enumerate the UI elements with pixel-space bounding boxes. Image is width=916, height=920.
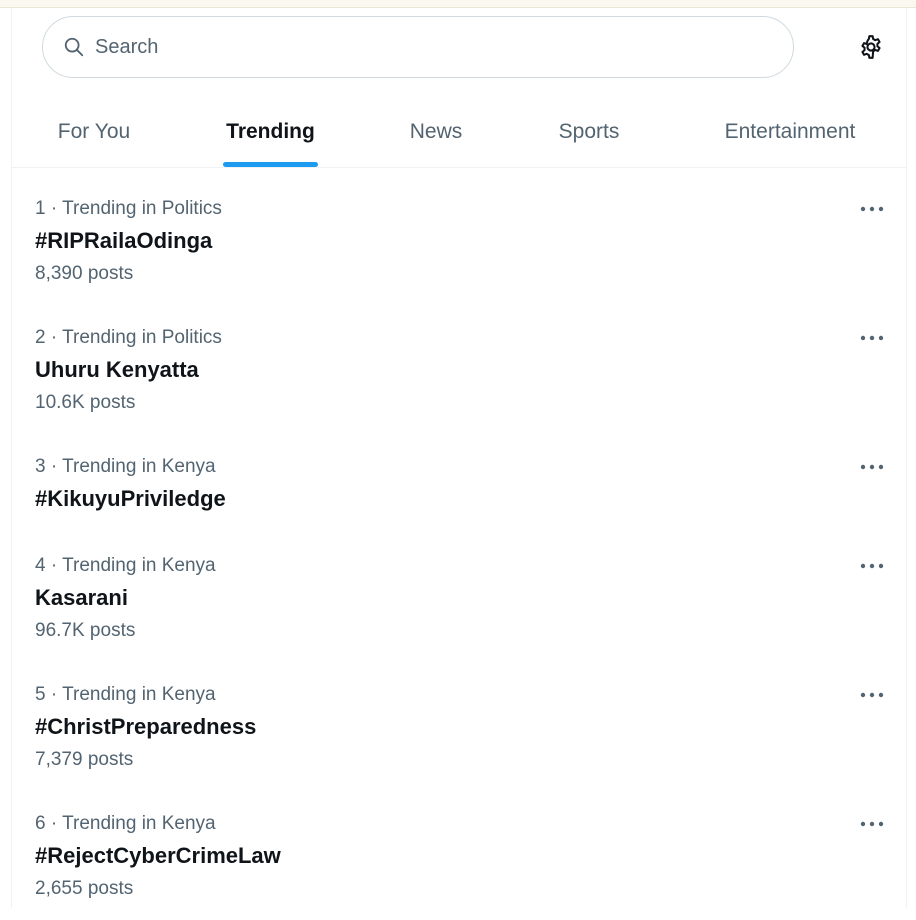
settings-button[interactable] <box>856 34 886 64</box>
trend-item[interactable]: 1 · Trending in Politics #RIPRailaOdinga… <box>12 176 906 305</box>
tab-label: Entertainment <box>724 119 856 143</box>
trend-item[interactable]: 3 · Trending in Kenya #KikuyuPriviledge <box>12 434 906 533</box>
more-options-button[interactable] <box>858 327 886 347</box>
more-dots-icon <box>860 685 884 703</box>
trend-name: #KikuyuPriviledge <box>35 486 226 511</box>
search-icon <box>63 36 85 58</box>
more-dots-icon <box>860 814 884 832</box>
trend-meta: 5 · Trending in Kenya <box>35 684 216 705</box>
more-options-button[interactable] <box>858 555 886 575</box>
trend-rank: 5 <box>35 684 46 705</box>
trend-category: Trending in Politics <box>62 327 222 348</box>
tab-sports[interactable]: Sports <box>526 96 652 167</box>
trend-category: Trending in Kenya <box>62 813 216 834</box>
tab-label: Trending <box>226 119 315 143</box>
trend-category: Trending in Politics <box>62 198 222 219</box>
trend-post-count: 8,390 posts <box>35 263 134 284</box>
trend-name: #RejectCyberCrimeLaw <box>35 843 281 868</box>
trend-post-count: 10.6K posts <box>35 392 136 413</box>
tab-label: Sports <box>558 119 620 143</box>
trend-meta: 3 · Trending in Kenya <box>35 456 216 477</box>
explore-panel: For You Trending News Sports Entertainme… <box>11 8 907 908</box>
trend-rank: 3 <box>35 456 46 477</box>
tab-bar: For You Trending News Sports Entertainme… <box>12 96 906 168</box>
search-bar[interactable] <box>42 16 794 78</box>
trend-meta: 1 · Trending in Politics <box>35 198 222 219</box>
more-dots-icon <box>860 556 884 574</box>
trend-post-count: 96.7K posts <box>35 620 136 641</box>
tab-trending[interactable]: Trending <box>223 96 318 167</box>
trend-post-count: 2,655 posts <box>35 878 134 899</box>
trend-category: Trending in Kenya <box>62 684 216 705</box>
tab-for-you[interactable]: For You <box>22 96 166 167</box>
more-options-button[interactable] <box>858 684 886 704</box>
trend-name: Kasarani <box>35 585 128 610</box>
search-input[interactable] <box>93 34 737 60</box>
trend-meta: 2 · Trending in Politics <box>35 327 222 348</box>
trend-category: Trending in Kenya <box>62 555 216 576</box>
trend-meta: 4 · Trending in Kenya <box>35 555 216 576</box>
trend-item[interactable]: 6 · Trending in Kenya #RejectCyberCrimeL… <box>12 791 906 920</box>
tab-label: For You <box>57 119 131 143</box>
more-dots-icon <box>860 457 884 475</box>
tab-label: News <box>409 119 463 143</box>
trend-item[interactable]: 2 · Trending in Politics Uhuru Kenyatta … <box>12 305 906 434</box>
active-tab-indicator <box>223 162 318 167</box>
trend-rank: 1 <box>35 198 46 219</box>
trend-rank: 2 <box>35 327 46 348</box>
trend-name: #ChristPreparedness <box>35 714 257 739</box>
trend-item[interactable]: 4 · Trending in Kenya Kasarani 96.7K pos… <box>12 533 906 662</box>
more-options-button[interactable] <box>858 813 886 833</box>
more-options-button[interactable] <box>858 198 886 218</box>
tab-entertainment[interactable]: Entertainment <box>702 96 878 167</box>
trend-rank: 4 <box>35 555 46 576</box>
more-dots-icon <box>860 199 884 217</box>
tab-news[interactable]: News <box>382 96 490 167</box>
more-options-button[interactable] <box>858 456 886 476</box>
trend-post-count: 7,379 posts <box>35 749 134 770</box>
trend-item[interactable]: 5 · Trending in Kenya #ChristPreparednes… <box>12 662 906 791</box>
trend-name: Uhuru Kenyatta <box>35 357 199 382</box>
trend-name: #RIPRailaOdinga <box>35 228 213 253</box>
trend-rank: 6 <box>35 813 46 834</box>
trend-category: Trending in Kenya <box>62 456 216 477</box>
gear-icon <box>858 34 884 65</box>
more-dots-icon <box>860 328 884 346</box>
browser-top-strip <box>0 0 916 8</box>
trend-meta: 6 · Trending in Kenya <box>35 813 216 834</box>
